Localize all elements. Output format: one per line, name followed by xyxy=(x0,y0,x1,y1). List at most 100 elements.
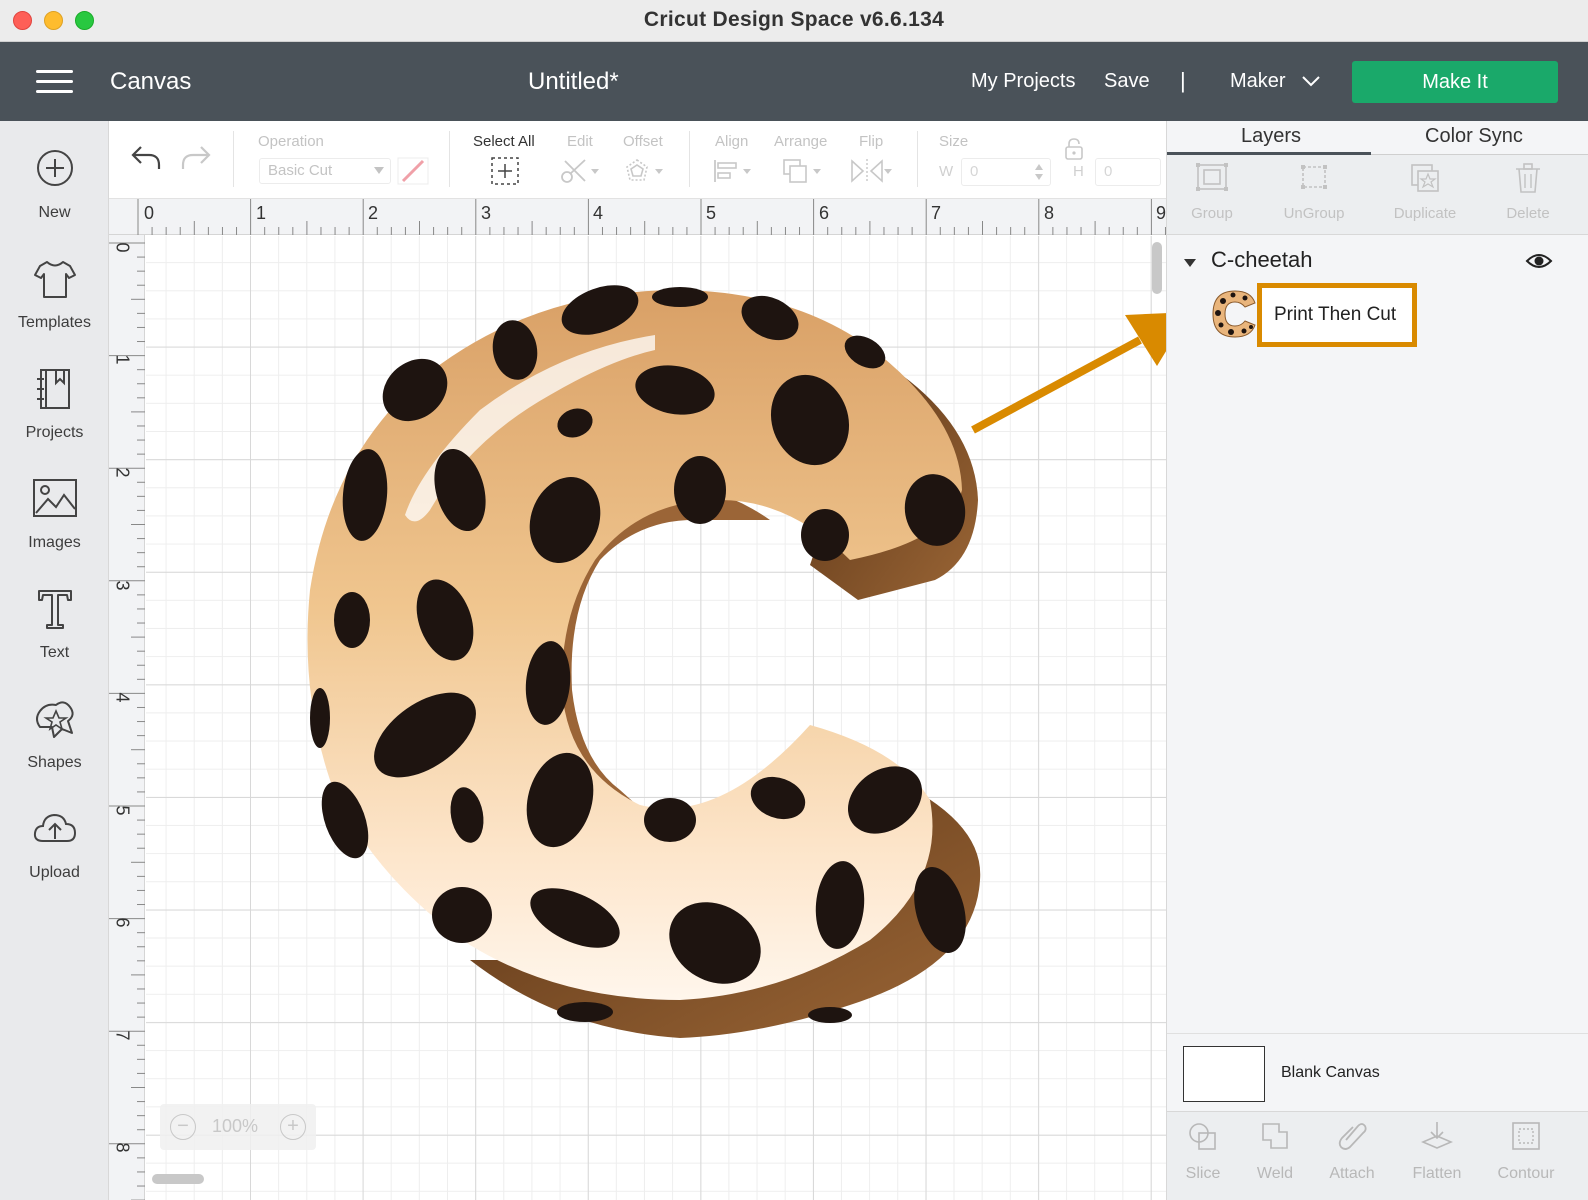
edit-toolbar: Operation Basic Cut Select All Edit Offs… xyxy=(109,121,1166,199)
flatten-label: Flatten xyxy=(1412,1165,1462,1182)
chevron-down-icon[interactable] xyxy=(1300,70,1322,92)
sidebar-item-text[interactable]: Text xyxy=(0,587,109,662)
trash-icon xyxy=(1516,163,1540,193)
eye-icon[interactable] xyxy=(1525,251,1553,271)
ruler-ticks xyxy=(109,242,145,1200)
sidebar-item-projects[interactable]: Projects xyxy=(0,367,109,442)
flatten-button[interactable]: Flatten xyxy=(1409,1120,1465,1183)
offset-icon[interactable] xyxy=(623,157,669,185)
flatten-icon xyxy=(1420,1122,1454,1149)
ungroup-button[interactable]: UnGroup xyxy=(1279,161,1349,222)
blank-canvas-row[interactable]: Blank Canvas xyxy=(1167,1033,1588,1111)
zoom-in-button[interactable]: + xyxy=(280,1114,306,1140)
width-value: 0 xyxy=(970,163,979,180)
sidebar-item-images[interactable]: Images xyxy=(0,477,109,552)
pen-color-swatch-icon[interactable] xyxy=(397,157,429,185)
zoom-value: 100% xyxy=(212,1116,259,1136)
tab-layers[interactable]: Layers xyxy=(1241,125,1301,148)
ruler-number: 5 xyxy=(706,203,717,223)
tshirt-icon xyxy=(33,261,76,298)
ruler-number: 0 xyxy=(144,203,155,223)
arrange-icon[interactable] xyxy=(781,157,827,185)
ruler-number: 5 xyxy=(112,805,133,816)
edit-scissors-icon[interactable] xyxy=(559,157,603,185)
sidebar-item-upload[interactable]: Upload xyxy=(0,807,109,882)
save-button[interactable]: Save xyxy=(1104,70,1150,93)
blank-canvas-swatch[interactable] xyxy=(1183,1046,1265,1102)
header-separator: | xyxy=(1180,68,1186,93)
tab-color-sync[interactable]: Color Sync xyxy=(1425,125,1523,148)
weld-icon xyxy=(1262,1123,1288,1149)
plus-circle-icon xyxy=(36,150,73,186)
ruler-horizontal: 0 1 2 3 4 5 6 7 8 9 xyxy=(109,199,1166,235)
ruler-number: 8 xyxy=(112,1142,133,1153)
layer-group-c-cheetah[interactable]: C-cheetah xyxy=(1167,247,1588,277)
select-all-label[interactable]: Select All xyxy=(473,133,535,150)
lock-icon[interactable] xyxy=(1063,137,1085,161)
group-icon xyxy=(1196,163,1228,191)
height-input[interactable]: 0 xyxy=(1095,158,1161,186)
operation-label: Operation xyxy=(258,133,324,150)
toolbar-divider xyxy=(233,131,234,187)
group-button[interactable]: Group xyxy=(1187,161,1237,222)
machine-select[interactable]: Maker xyxy=(1230,70,1286,93)
undo-icon[interactable] xyxy=(129,143,163,173)
ruler-vertical: 0 1 2 3 4 5 6 7 8 xyxy=(109,235,145,1200)
select-all-icon[interactable] xyxy=(489,155,521,187)
ruler-number: 6 xyxy=(112,917,133,928)
zoom-out-button[interactable]: − xyxy=(170,1114,196,1140)
ruler-number: 2 xyxy=(112,467,133,478)
flip-label: Flip xyxy=(859,133,884,150)
stepper-icon[interactable] xyxy=(1033,161,1045,183)
shapes-icon xyxy=(35,701,74,738)
layer-item-print-then-cut[interactable]: Print Then Cut xyxy=(1167,283,1588,347)
sidebar-item-label: Projects xyxy=(25,424,84,441)
project-title: Untitled* xyxy=(528,68,619,95)
print-then-cut-highlight[interactable]: Print Then Cut xyxy=(1257,283,1417,347)
layer-thumbnail xyxy=(1212,290,1256,338)
ruler-ticks xyxy=(137,199,1166,235)
duplicate-button[interactable]: Duplicate xyxy=(1389,161,1461,222)
weld-label: Weld xyxy=(1256,1165,1294,1182)
ruler-number: 7 xyxy=(931,203,942,223)
make-it-button[interactable]: Make It xyxy=(1352,61,1558,103)
sidebar-item-templates[interactable]: Templates xyxy=(0,257,109,332)
sidebar-item-new[interactable]: New xyxy=(0,147,109,222)
vertical-scrollbar[interactable] xyxy=(1152,242,1162,294)
ruler-number: 9 xyxy=(1156,203,1167,223)
redo-icon[interactable] xyxy=(179,143,213,173)
sidebar-item-label: Shapes xyxy=(27,754,82,771)
duplicate-label: Duplicate xyxy=(1393,205,1457,222)
my-projects-link[interactable]: My Projects xyxy=(971,70,1075,93)
attach-button[interactable]: Attach xyxy=(1327,1120,1377,1183)
caret-down-icon[interactable] xyxy=(1183,257,1197,269)
book-icon xyxy=(36,369,70,409)
zoom-control: − 100% + xyxy=(160,1104,316,1150)
sidebar-item-label: Images xyxy=(28,534,81,551)
weld-button[interactable]: Weld xyxy=(1255,1120,1295,1183)
ruler-number: 4 xyxy=(593,203,604,223)
horizontal-scrollbar[interactable] xyxy=(152,1174,204,1184)
operation-select[interactable]: Basic Cut xyxy=(259,158,391,184)
window-title: Cricut Design Space v6.6.134 xyxy=(643,8,945,31)
cheetah-letter-c[interactable] xyxy=(146,236,1166,1200)
sidebar-item-shapes[interactable]: Shapes xyxy=(0,697,109,772)
delete-button[interactable]: Delete xyxy=(1503,161,1553,222)
contour-icon xyxy=(1512,1122,1540,1150)
height-value: 0 xyxy=(1104,163,1113,180)
edit-label: Edit xyxy=(567,133,593,150)
menu-icon[interactable] xyxy=(36,70,73,94)
slice-button[interactable]: Slice xyxy=(1183,1120,1223,1183)
width-label: W xyxy=(939,163,954,180)
ruler-number: 1 xyxy=(256,203,267,223)
contour-button[interactable]: Contour xyxy=(1493,1120,1559,1183)
offset-label: Offset xyxy=(623,133,663,150)
align-icon[interactable] xyxy=(711,157,757,185)
app-header: Canvas Untitled* My Projects Save | Make… xyxy=(0,42,1588,121)
toolbar-divider xyxy=(449,131,450,187)
ruler-number: 3 xyxy=(112,580,133,591)
ungroup-label: UnGroup xyxy=(1283,205,1345,222)
app-window: Cricut Design Space v6.6.134 Canvas Unti… xyxy=(0,0,1588,1200)
flip-icon[interactable] xyxy=(849,157,895,185)
design-canvas[interactable]: − 100% + xyxy=(146,236,1166,1200)
